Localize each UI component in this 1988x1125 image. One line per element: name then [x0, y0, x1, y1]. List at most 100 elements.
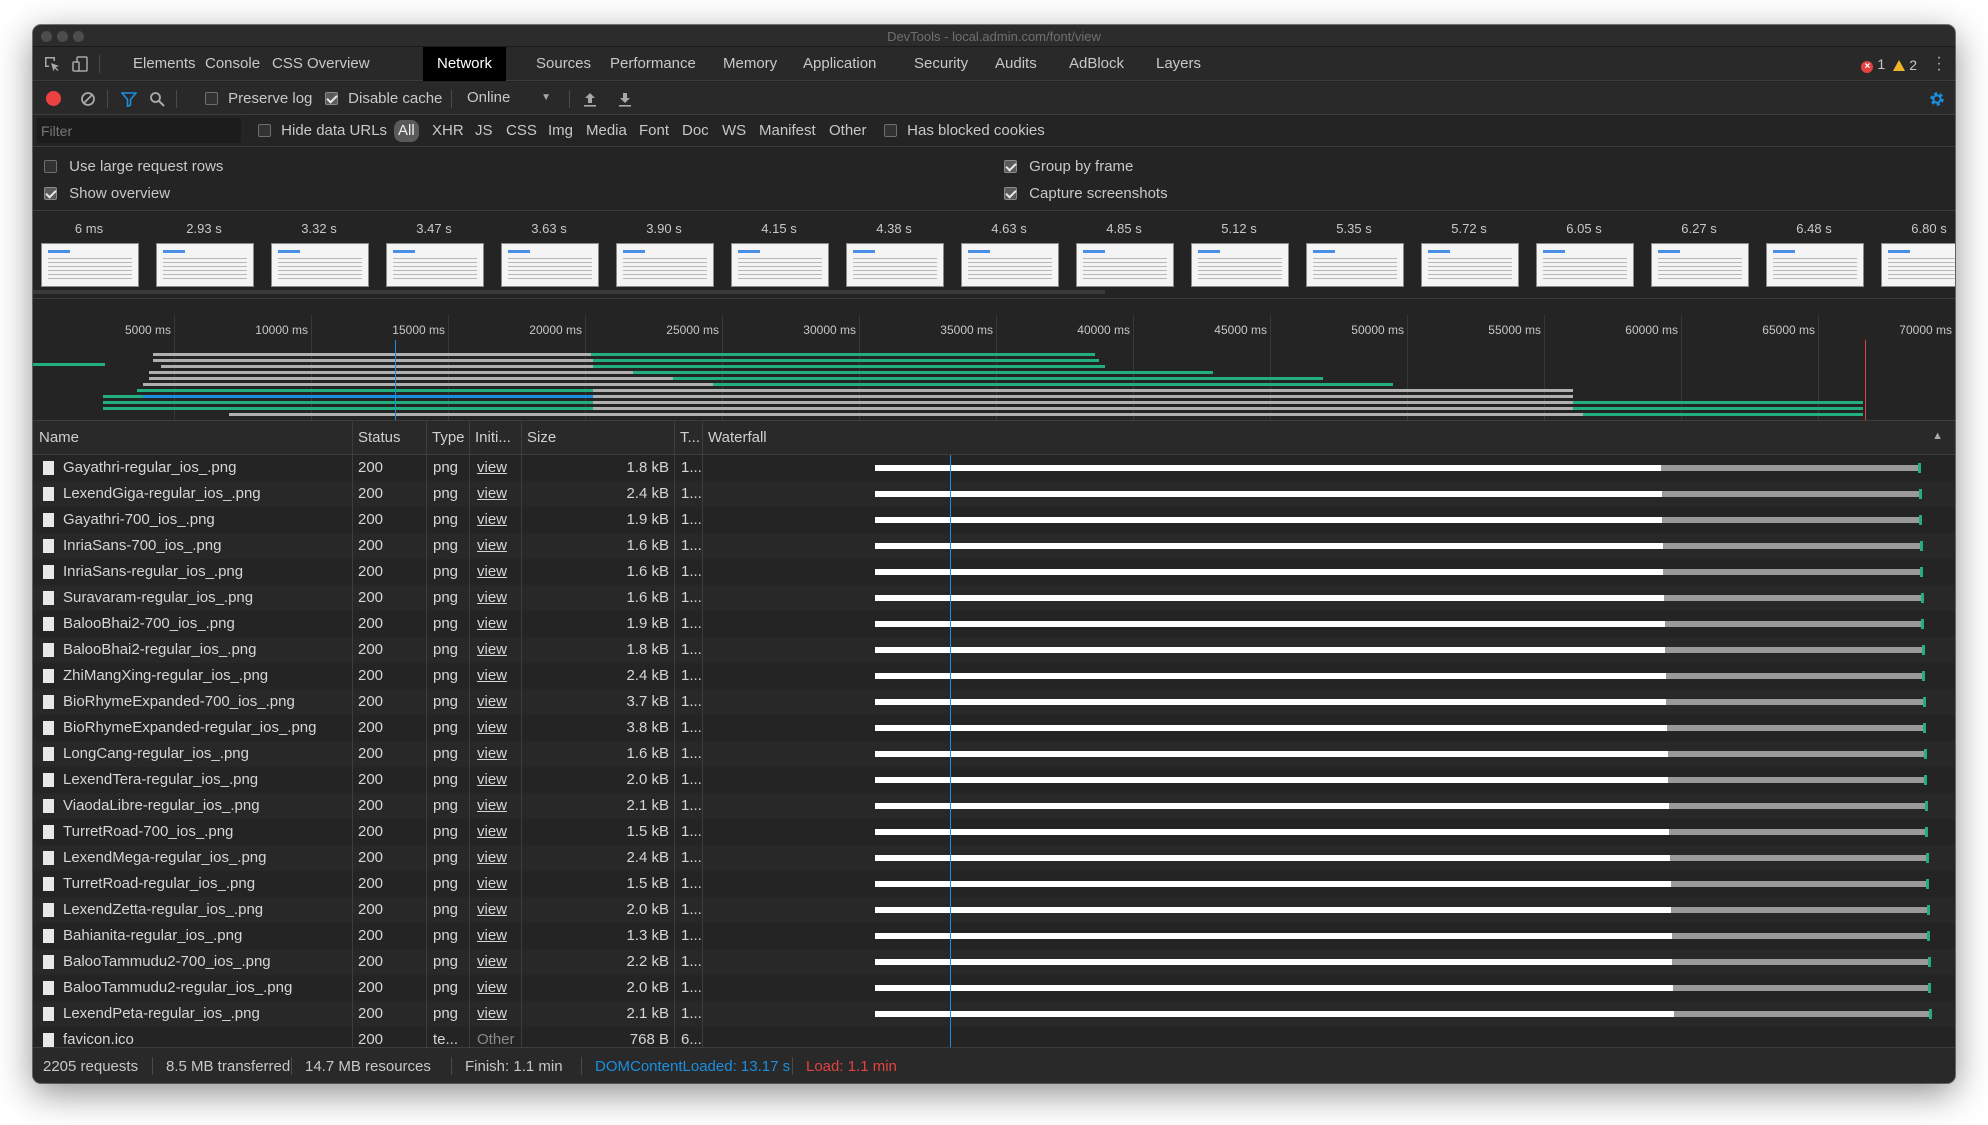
network-overview-timeline[interactable]: 5000 ms 10000 ms 15000 ms 20000 ms 25000 ms 3… — [33, 315, 1955, 421]
filmstrip-screenshot-thumbnail[interactable] — [1191, 243, 1289, 287]
tab-css-overview[interactable]: CSS Overview — [258, 47, 384, 81]
filmstrip-frame[interactable]: 3.90 s — [614, 211, 714, 291]
filter-type-doc[interactable]: Doc — [682, 122, 709, 139]
throttling-select[interactable]: Online ▼ — [463, 86, 557, 110]
tab-sources[interactable]: Sources — [522, 47, 605, 81]
filmstrip-screenshot-thumbnail[interactable] — [271, 243, 369, 287]
filter-type-ws[interactable]: WS — [722, 122, 746, 139]
filmstrip-screenshot-thumbnail[interactable] — [731, 243, 829, 287]
initiator-link[interactable]: view — [477, 1001, 519, 1027]
request-row[interactable]: LexendTera-regular_ios_.png 200 png view 2.0… — [33, 767, 1955, 793]
filmstrip-screenshot-thumbnail[interactable] — [1881, 243, 1955, 287]
filmstrip-screenshot-thumbnail[interactable] — [846, 243, 944, 287]
filmstrip-screenshot-thumbnail[interactable] — [1766, 243, 1864, 287]
initiator-link[interactable]: view — [477, 481, 519, 507]
filter-type-media[interactable]: Media — [586, 122, 627, 139]
tab-adblock[interactable]: AdBlock — [1055, 47, 1138, 81]
tab-memory[interactable]: Memory — [709, 47, 791, 81]
request-row[interactable]: Gayathri-700_ios_.png 200 png view 1.9 kB 1..… — [33, 507, 1955, 533]
group-by-frame-checkbox[interactable]: Group by frame — [1004, 158, 1133, 175]
tab-application[interactable]: Application — [789, 47, 890, 81]
request-row[interactable]: Gayathri-regular_ios_.png 200 png view 1.8 k… — [33, 455, 1955, 481]
initiator-link[interactable]: view — [477, 637, 519, 663]
tab-layers[interactable]: Layers — [1142, 47, 1215, 81]
request-name[interactable]: Gayathri-700_ios_.png — [63, 507, 349, 533]
initiator-link[interactable]: view — [477, 871, 519, 897]
filmstrip-screenshot-thumbnail[interactable] — [1536, 243, 1634, 287]
request-name[interactable]: BalooBhai2-regular_ios_.png — [63, 637, 349, 663]
initiator-link[interactable]: view — [477, 793, 519, 819]
filmstrip-scrollbar[interactable] — [33, 290, 1105, 294]
request-row[interactable]: InriaSans-700_ios_.png 200 png view 1.6 kB 1.… — [33, 533, 1955, 559]
preserve-log-box[interactable] — [205, 92, 218, 105]
sort-ascending-icon[interactable]: ▲ — [1932, 430, 1943, 442]
filmstrip-frame[interactable]: 3.63 s — [499, 211, 599, 291]
request-name[interactable]: Suravaram-regular_ios_.png — [63, 585, 349, 611]
export-har-icon[interactable] — [616, 90, 634, 108]
request-name[interactable]: Bahianita-regular_ios_.png — [63, 923, 349, 949]
filter-type-js[interactable]: JS — [475, 122, 493, 139]
column-header-initiator[interactable]: Initi... — [469, 421, 511, 455]
issue-counters[interactable]: × 1 2 — [1861, 56, 1917, 73]
filmstrip-frame[interactable]: 4.15 s — [729, 211, 829, 291]
filmstrip-screenshot-thumbnail[interactable] — [156, 243, 254, 287]
request-row[interactable]: LexendGiga-regular_ios_.png 200 png view 2.4… — [33, 481, 1955, 507]
initiator-link[interactable]: view — [477, 819, 519, 845]
tab-network[interactable]: Network — [423, 47, 507, 81]
request-name[interactable]: Gayathri-regular_ios_.png — [63, 455, 349, 481]
column-header-waterfall[interactable]: Waterfall — [702, 421, 767, 455]
request-name[interactable]: InriaSans-regular_ios_.png — [63, 559, 349, 585]
filmstrip-screenshot-thumbnail[interactable] — [41, 243, 139, 287]
hide-data-urls-checkbox[interactable]: Hide data URLs — [258, 122, 387, 139]
column-header-size[interactable]: Size — [521, 421, 556, 455]
request-row[interactable]: LexendPeta-regular_ios_.png 200 png view 2.1… — [33, 1001, 1955, 1027]
filmstrip-frame[interactable]: 4.38 s — [844, 211, 944, 291]
request-name[interactable]: BalooTammudu2-regular_ios_.png — [63, 975, 349, 1001]
capture-screenshots-box[interactable] — [1004, 187, 1017, 200]
column-header-status[interactable]: Status — [352, 421, 401, 455]
filmstrip-screenshot-thumbnail[interactable] — [1076, 243, 1174, 287]
show-overview-checkbox[interactable]: Show overview — [44, 185, 170, 202]
request-name[interactable]: ZhiMangXing-regular_ios_.png — [63, 663, 349, 689]
filmstrip-frame[interactable]: 6.27 s — [1649, 211, 1749, 291]
filter-type-img[interactable]: Img — [548, 122, 573, 139]
preserve-log-checkbox[interactable]: Preserve log — [205, 90, 312, 107]
filmstrip-frame[interactable]: 6.48 s — [1764, 211, 1864, 291]
record-button[interactable] — [46, 91, 61, 106]
filmstrip-frame[interactable]: 5.12 s — [1189, 211, 1289, 291]
initiator-link[interactable]: view — [477, 455, 519, 481]
initiator-link[interactable]: view — [477, 507, 519, 533]
initiator-link[interactable]: view — [477, 975, 519, 1001]
request-row[interactable]: LongCang-regular_ios_.png 200 png view 1.6 k… — [33, 741, 1955, 767]
request-name[interactable]: TurretRoad-regular_ios_.png — [63, 871, 349, 897]
filmstrip-frame[interactable]: 5.72 s — [1419, 211, 1519, 291]
group-by-frame-box[interactable] — [1004, 160, 1017, 173]
tab-performance[interactable]: Performance — [596, 47, 710, 81]
request-row[interactable]: BioRhymeExpanded-700_ios_.png 200 png view 3… — [33, 689, 1955, 715]
filmstrip-screenshot-thumbnail[interactable] — [1651, 243, 1749, 287]
initiator-link[interactable]: view — [477, 949, 519, 975]
column-header-type[interactable]: Type — [426, 421, 465, 455]
has-blocked-cookies-checkbox[interactable]: Has blocked cookies — [884, 122, 1045, 139]
request-name[interactable]: LexendZetta-regular_ios_.png — [63, 897, 349, 923]
initiator-link[interactable]: view — [477, 845, 519, 871]
request-row[interactable]: TurretRoad-700_ios_.png 200 png view 1.5 kB 1… — [33, 819, 1955, 845]
request-name[interactable]: TurretRoad-700_ios_.png — [63, 819, 349, 845]
filmstrip-screenshot-thumbnail[interactable] — [501, 243, 599, 287]
large-rows-box[interactable] — [44, 160, 57, 173]
request-name[interactable]: LongCang-regular_ios_.png — [63, 741, 349, 767]
filmstrip-frame[interactable]: 2.93 s — [154, 211, 254, 291]
initiator-link[interactable]: view — [477, 585, 519, 611]
filmstrip-frame[interactable]: 4.63 s — [959, 211, 1059, 291]
filter-type-all[interactable]: All — [394, 120, 419, 142]
request-name[interactable]: BioRhymeExpanded-regular_ios_.png — [63, 715, 349, 741]
filmstrip-frame[interactable]: 4.85 s — [1074, 211, 1174, 291]
more-options-icon[interactable]: · · · — [1935, 50, 1943, 78]
column-header-time[interactable]: T... — [674, 421, 700, 455]
tab-audits[interactable]: Audits — [981, 47, 1051, 81]
request-name[interactable]: LexendTera-regular_ios_.png — [63, 767, 349, 793]
large-rows-checkbox[interactable]: Use large request rows — [44, 158, 223, 175]
request-row[interactable]: BalooTammudu2-regular_ios_.png 200 png view… — [33, 975, 1955, 1001]
filmstrip-screenshot-thumbnail[interactable] — [1306, 243, 1404, 287]
clear-icon[interactable] — [79, 90, 97, 108]
